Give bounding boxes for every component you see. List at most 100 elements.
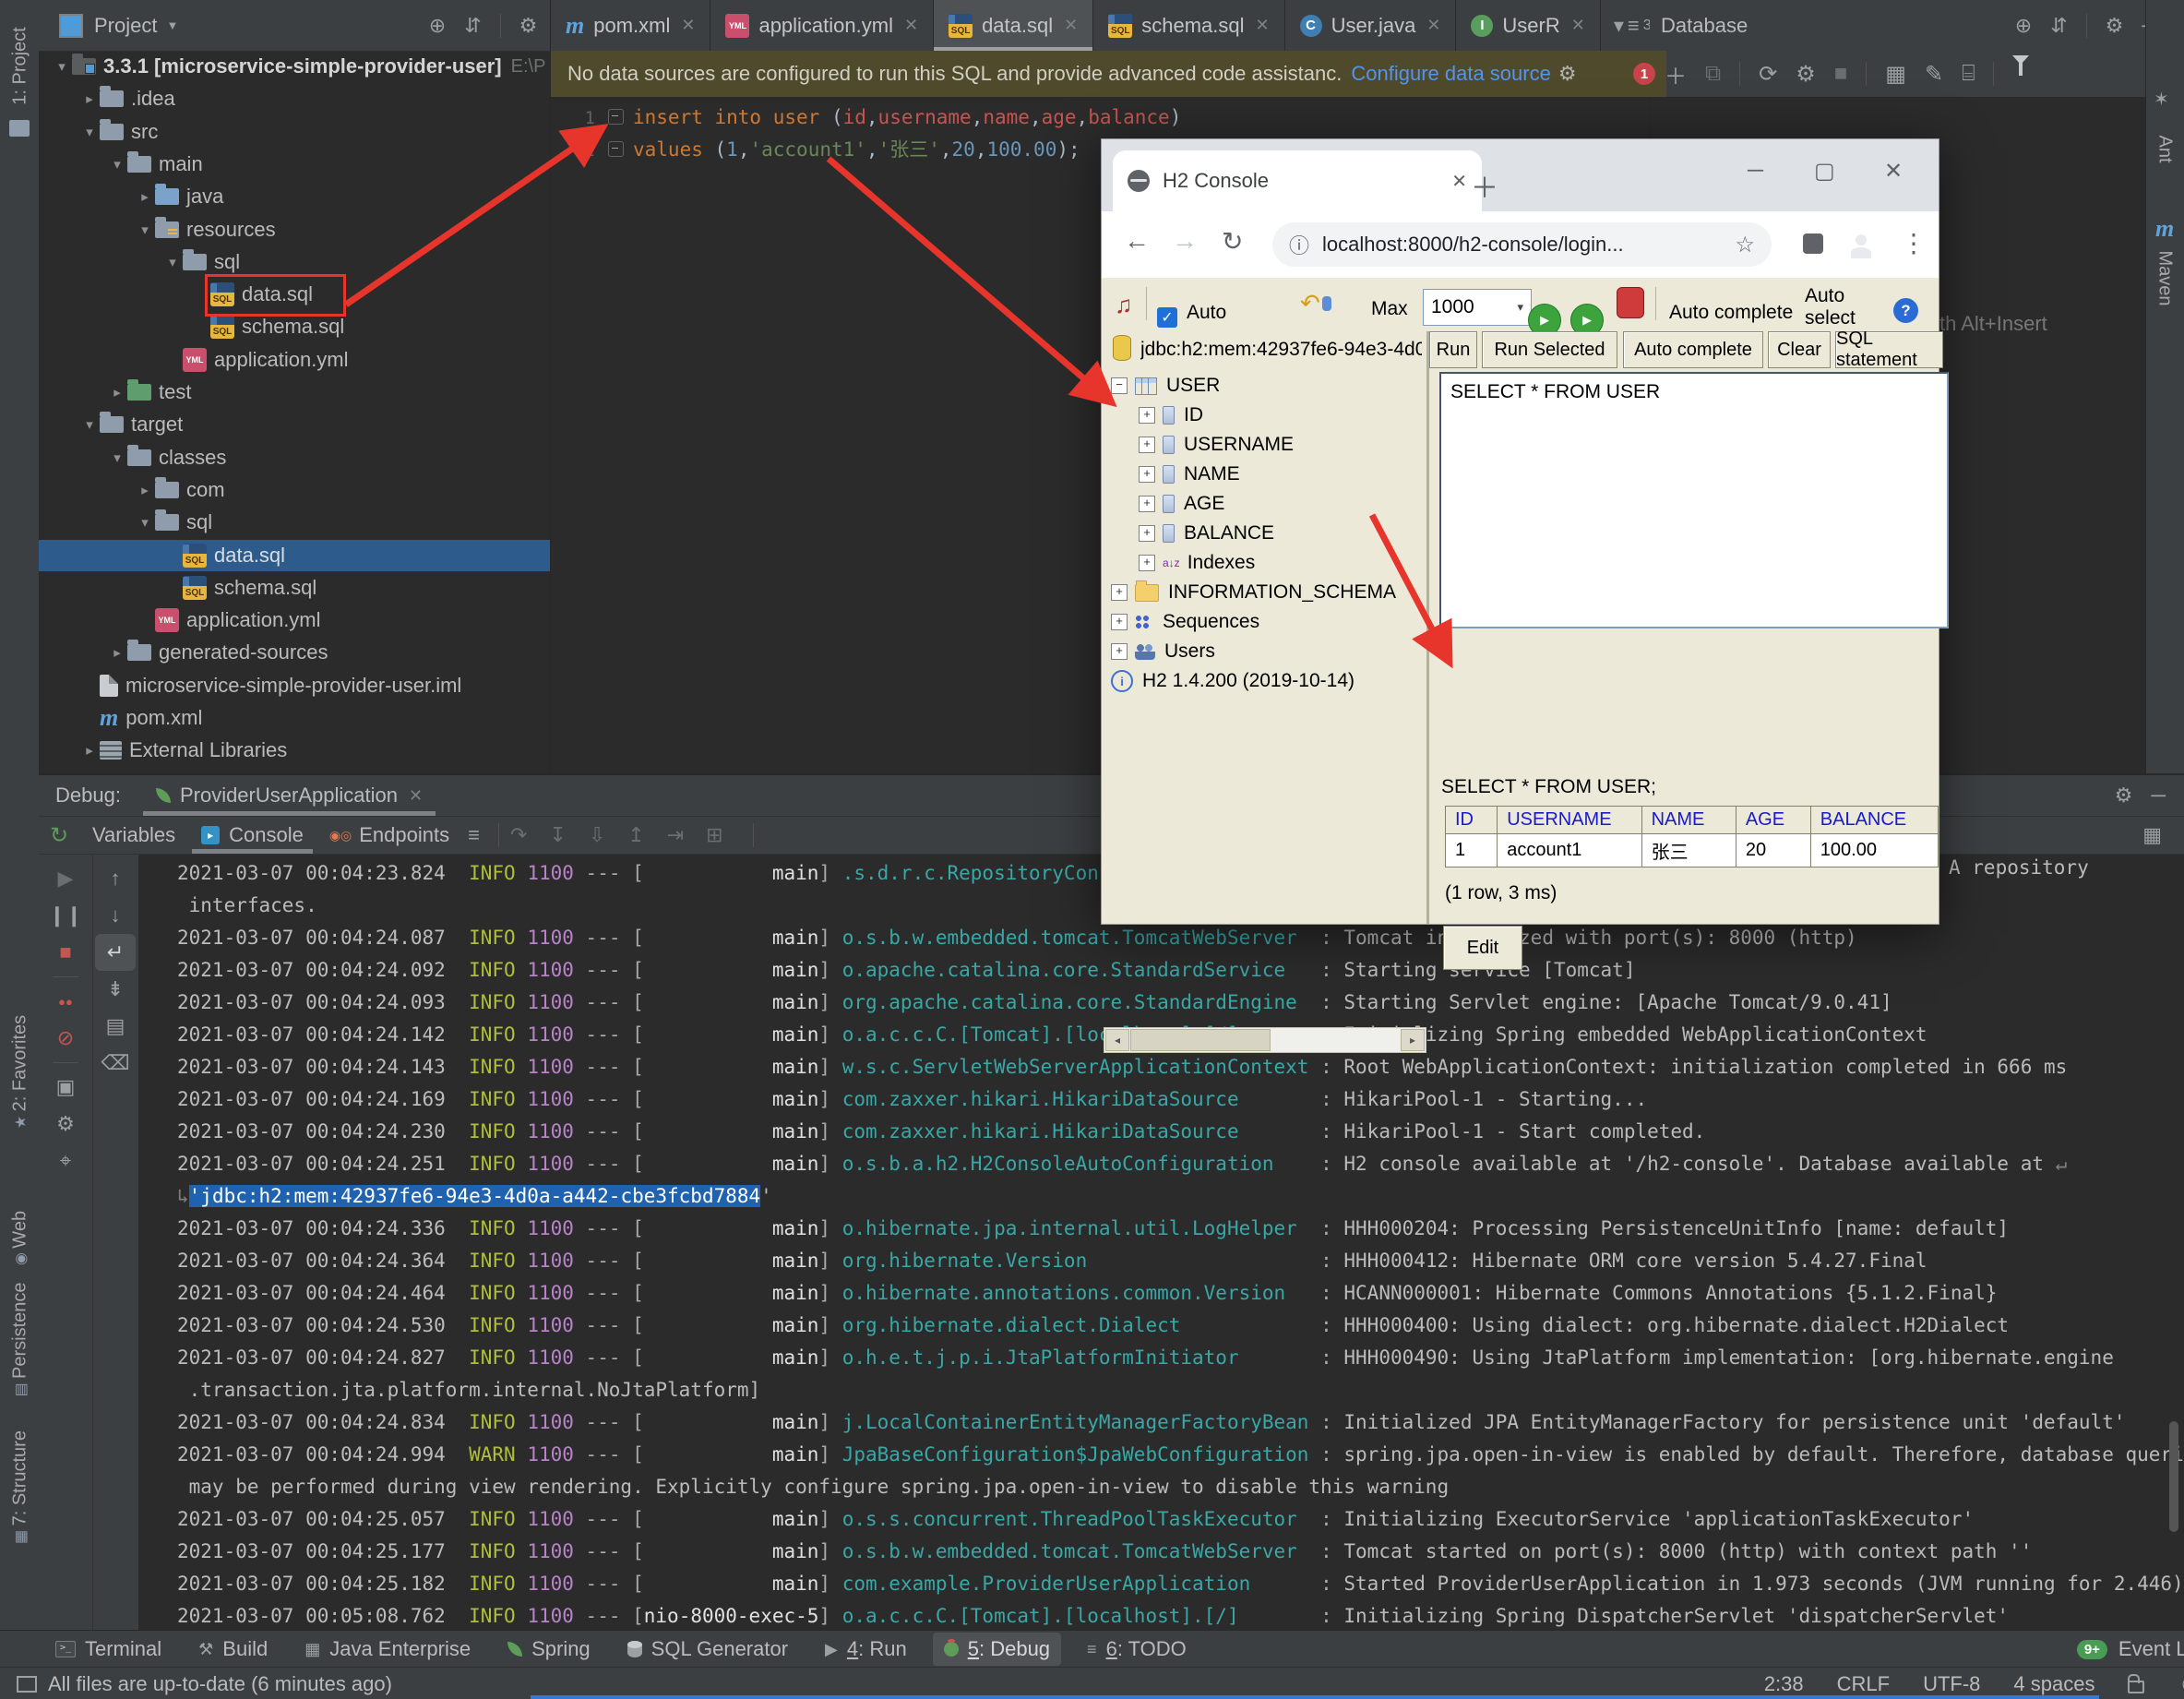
project-tree-row[interactable]: ▾ target: [39, 409, 550, 440]
configure-data-source-link[interactable]: Configure data source: [1351, 62, 1550, 86]
tool-window-button-4-run[interactable]: ▶ 4: Run: [814, 1633, 918, 1666]
ant-icon[interactable]: ✶: [2154, 88, 2169, 111]
project-tree-row[interactable]: SQL schema.sql: [39, 572, 550, 604]
close-icon[interactable]: ✕: [1064, 16, 1078, 35]
filter-icon[interactable]: [2012, 55, 2030, 98]
close-window-icon[interactable]: ✕: [1884, 158, 1903, 185]
project-tree-row[interactable]: ▸ java: [39, 181, 550, 212]
close-icon[interactable]: ✕: [904, 16, 918, 35]
bookmark-star-icon[interactable]: ☆: [1735, 232, 1755, 258]
collapse-all-icon[interactable]: ⇵: [464, 14, 481, 38]
edit-icon[interactable]: ✎: [1925, 61, 1943, 88]
expand-icon[interactable]: +: [1111, 584, 1128, 601]
info-icon[interactable]: ⓘ: [1289, 230, 1309, 259]
expand-icon[interactable]: +: [1111, 643, 1128, 660]
scroll-right-icon[interactable]: ▸: [1401, 1029, 1425, 1051]
pin-icon[interactable]: ⌖: [45, 1143, 86, 1179]
tool-stripe-project[interactable]: 1: Project: [10, 11, 31, 122]
chevron-down-icon[interactable]: ▾: [135, 514, 155, 531]
project-tree-row[interactable]: ▾ classes: [39, 442, 550, 473]
console-icon[interactable]: ⌸: [1962, 61, 1975, 87]
h2-tree-row-id[interactable]: + ID: [1139, 404, 1203, 426]
chevron-down-icon[interactable]: ▾: [162, 254, 183, 270]
auto-complete-button[interactable]: Auto complete: [1623, 331, 1763, 368]
chevron-right-icon[interactable]: ▸: [135, 188, 155, 205]
editor-tab-schema-sql[interactable]: SQL schema.sql ✕: [1093, 0, 1285, 51]
step-into-icon[interactable]: ↧: [549, 823, 566, 847]
chevron-down-icon[interactable]: ▾: [79, 416, 100, 433]
project-tree-row[interactable]: microservice-simple-provider-user.iml: [39, 670, 550, 701]
h2-tree-row-h2-1-4-200-2019-10-14-[interactable]: i H2 1.4.200 (2019-10-14): [1111, 670, 1355, 692]
error-count-badge[interactable]: 1: [1633, 63, 1655, 85]
chevron-right-icon[interactable]: ▸: [107, 644, 127, 661]
status-indent[interactable]: 4 spaces: [2013, 1672, 2094, 1696]
run-selected-button[interactable]: Run Selected: [1482, 331, 1617, 368]
readonly-lock-icon[interactable]: [2128, 1674, 2145, 1693]
chevron-right-icon[interactable]: ▸: [107, 384, 127, 401]
up-stack-icon[interactable]: ↑: [95, 860, 136, 897]
project-panel-title[interactable]: Project: [94, 14, 157, 38]
chevron-down-icon[interactable]: ▾: [135, 221, 155, 238]
debug-tab-variables[interactable]: Variables: [79, 817, 188, 854]
project-tree-row[interactable]: ▾ resources: [39, 214, 550, 245]
gear-icon[interactable]: ⚙: [2115, 784, 2133, 808]
extensions-icon[interactable]: [1803, 233, 1823, 254]
scroll-to-end-icon[interactable]: ⇟: [95, 971, 136, 1008]
status-caret-position[interactable]: 2:38: [1764, 1672, 1804, 1696]
expand-icon[interactable]: +: [1139, 555, 1155, 571]
locate-icon[interactable]: ⊕: [2015, 14, 2032, 38]
minimize-icon[interactable]: ─: [1748, 158, 1763, 184]
h2-tree-row-indexes[interactable]: + a↓z Indexes: [1139, 552, 1255, 574]
add-icon[interactable]: ＋: [1665, 58, 1687, 90]
tool-stripe-7-structure[interactable]: ▦ 7: Structure: [10, 1419, 31, 1556]
tool-stripe-ant[interactable]: Ant: [2154, 114, 2176, 185]
project-tree-row[interactable]: ▸ External Libraries: [39, 735, 550, 766]
project-tree-row[interactable]: m pom.xml: [39, 702, 550, 734]
h2-tree-row-name[interactable]: + NAME: [1139, 463, 1240, 485]
scrollbar-thumb[interactable]: [1130, 1029, 1271, 1051]
h2-tree-row-information-schema[interactable]: + INFORMATION_SCHEMA: [1111, 580, 1396, 604]
stop-icon[interactable]: ■: [45, 934, 86, 971]
browser-tab[interactable]: H2 Console ✕: [1113, 150, 1482, 211]
project-tree-row[interactable]: SQL data.sql: [39, 540, 550, 571]
expand-icon[interactable]: +: [1139, 496, 1155, 512]
browser-window[interactable]: H2 Console ✕ ＋ ─ ▢ ✕ ← → ↻ ⓘ localhost:8…: [1101, 138, 1949, 1053]
soft-wrap-icon[interactable]: ↵: [95, 934, 136, 971]
close-icon[interactable]: ✕: [409, 786, 423, 806]
run-to-cursor-icon[interactable]: ⇥: [667, 823, 684, 847]
h2-tree-row-age[interactable]: + AGE: [1139, 493, 1224, 515]
pane-divider[interactable]: [1426, 331, 1429, 924]
data-source-properties-icon[interactable]: ⚙: [1796, 61, 1816, 88]
editor-tab-pom-xml[interactable]: m pom.xml ✕: [551, 0, 711, 51]
expand-icon[interactable]: +: [1139, 437, 1155, 453]
mute-breakpoints-icon[interactable]: ●●: [45, 983, 86, 1020]
view-breakpoints-icon[interactable]: ⊘: [45, 1020, 86, 1057]
project-tree-row[interactable]: ▸ .idea: [39, 83, 550, 114]
address-bar[interactable]: ⓘ localhost:8000/h2-console/login... ☆: [1272, 222, 1772, 267]
project-stripe-icon[interactable]: [9, 120, 30, 137]
layout-settings-icon[interactable]: ▦: [2142, 823, 2162, 847]
expand-icon[interactable]: +: [1139, 466, 1155, 483]
chevron-down-icon[interactable]: ▾: [107, 156, 127, 173]
collapse-all-icon[interactable]: ⇵: [2050, 14, 2067, 38]
editor-tab-application-yml[interactable]: YML application.yml ✕: [710, 0, 935, 51]
project-tree-row[interactable]: YML application.yml: [39, 604, 550, 636]
copy-icon[interactable]: ⧉: [1705, 61, 1721, 87]
close-icon[interactable]: ✕: [1426, 16, 1440, 35]
maximize-icon[interactable]: ▢: [1814, 158, 1835, 185]
editor-tab-UserR[interactable]: I UserR ✕: [1456, 0, 1601, 51]
history-icon[interactable]: ↶: [1300, 289, 1331, 317]
edit-button[interactable]: Edit: [1443, 926, 1522, 970]
step-over-icon[interactable]: ↷: [510, 823, 527, 847]
locate-icon[interactable]: ⊕: [429, 14, 446, 38]
browser-menu-icon[interactable]: ⋮: [1901, 228, 1927, 258]
help-icon[interactable]: ?: [1893, 298, 1918, 323]
h2-tree-row-user[interactable]: − USER: [1111, 375, 1220, 397]
max-rows-select[interactable]: 1000 ▾: [1423, 289, 1532, 326]
debug-tab-endpoints[interactable]: ◉◎ Endpoints: [316, 817, 462, 854]
tool-window-button-6-todo[interactable]: ≡ 6: TODO: [1076, 1633, 1198, 1666]
tool-window-button-java-enterprise[interactable]: ▦ Java Enterprise: [293, 1633, 482, 1666]
close-tab-icon[interactable]: ✕: [1451, 170, 1467, 193]
project-tree-row[interactable]: ▸ test: [39, 377, 550, 408]
gear-icon[interactable]: ⚙: [519, 14, 538, 38]
